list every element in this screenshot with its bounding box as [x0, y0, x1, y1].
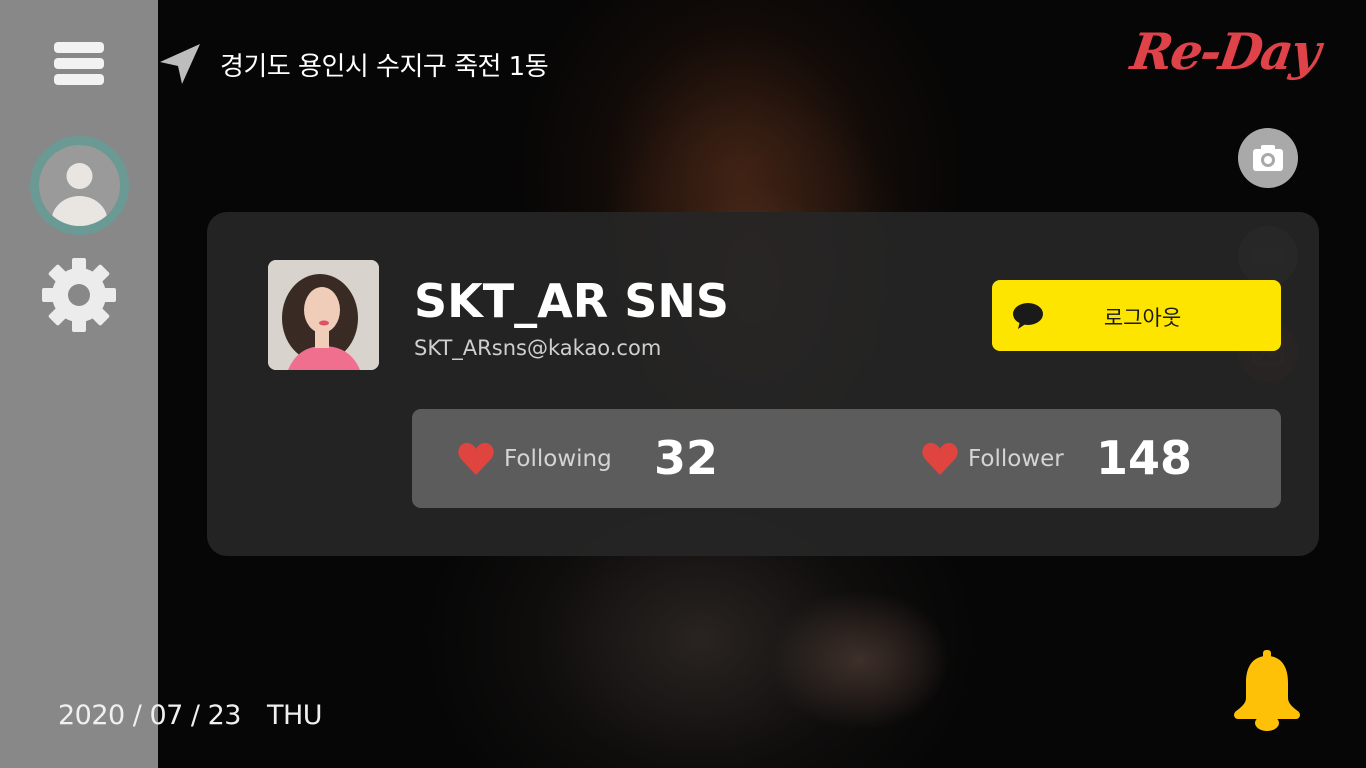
camera-icon — [1253, 145, 1283, 171]
profile-card: SKT_AR SNS SKT_ARsns@kakao.com 로그아웃 Foll… — [207, 212, 1319, 556]
profile-email: SKT_ARsns@kakao.com — [414, 336, 662, 360]
location-bar[interactable]: 경기도 용인시 수지구 죽전 1동 — [156, 40, 549, 88]
logo-text: Re-Day — [1127, 22, 1323, 81]
profile-name: SKT_AR SNS — [414, 274, 729, 328]
gear-icon[interactable] — [42, 258, 116, 332]
camera-button[interactable] — [1238, 128, 1298, 188]
logout-button[interactable]: 로그아웃 — [992, 280, 1281, 351]
bell-icon[interactable] — [1232, 650, 1302, 732]
sidebar: 2020 / 07 / 23 THU — [0, 0, 323, 768]
follower-count[interactable]: 148 — [1096, 431, 1192, 485]
profile-photo[interactable] — [268, 260, 379, 370]
hamburger-menu-icon[interactable] — [54, 42, 104, 86]
user-avatar-icon — [39, 145, 120, 226]
weekday-label: THU — [266, 700, 323, 731]
location-text: 경기도 용인시 수지구 죽전 1동 — [220, 51, 549, 82]
date-label: 2020 / 07 / 23 — [58, 700, 241, 731]
logout-label: 로그아웃 — [1103, 306, 1182, 330]
following-count[interactable]: 32 — [654, 431, 718, 485]
brand-logo[interactable]: Re-Day — [1124, 22, 1335, 102]
follow-stats-panel: Following 32 Follower 148 — [412, 409, 1281, 508]
heart-icon — [922, 442, 958, 475]
heart-icon — [458, 442, 494, 475]
following-label[interactable]: Following — [504, 446, 612, 472]
user-avatar-button[interactable] — [30, 136, 129, 235]
navigation-arrow-icon — [160, 44, 200, 84]
date-display: 2020 / 07 / 23 THU — [58, 700, 323, 731]
follower-label[interactable]: Follower — [968, 446, 1064, 472]
